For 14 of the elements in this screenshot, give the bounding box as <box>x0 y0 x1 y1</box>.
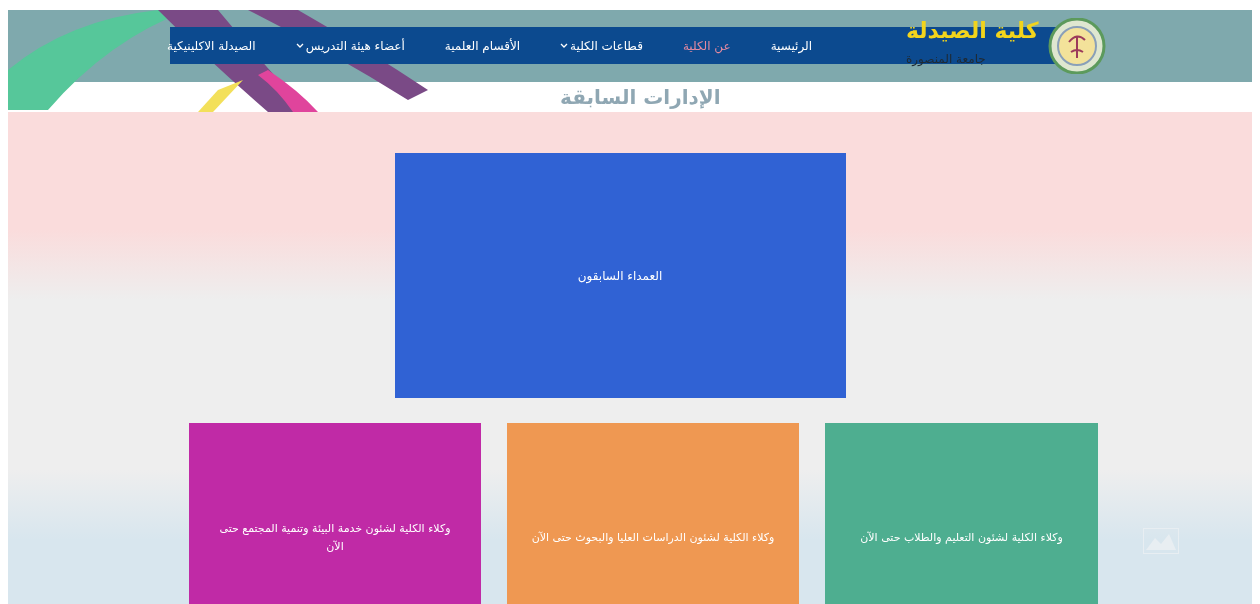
caret-icon <box>295 42 304 49</box>
page-title: الإدارات السابقة <box>560 84 721 111</box>
logo-title: كلية الصيدلة <box>906 18 1039 44</box>
nav-link[interactable]: الصيدلة الاكلينيكية <box>167 36 256 55</box>
nav-link[interactable]: الأقسام العلمية <box>444 36 521 55</box>
emblem-icon[interactable] <box>1046 18 1107 74</box>
nav-link[interactable]: قطاعات الكلية <box>560 36 643 55</box>
caret-icon <box>560 42 569 49</box>
administration-card[interactable]: وكلاء الكلية لشئون خدمة البيئة وتنمية المجتمع حتى الآن <box>189 423 481 604</box>
nav-link[interactable]: أعضاء هيئة التدريس <box>295 36 405 55</box>
nav-link[interactable]: عن الكلية <box>682 36 731 55</box>
logo-subtitle: جامعة المنصورة <box>906 52 986 66</box>
former-deans-card[interactable]: العمداء السابقون <box>394 153 846 398</box>
nav-link[interactable]: الرئيسية <box>770 36 812 55</box>
